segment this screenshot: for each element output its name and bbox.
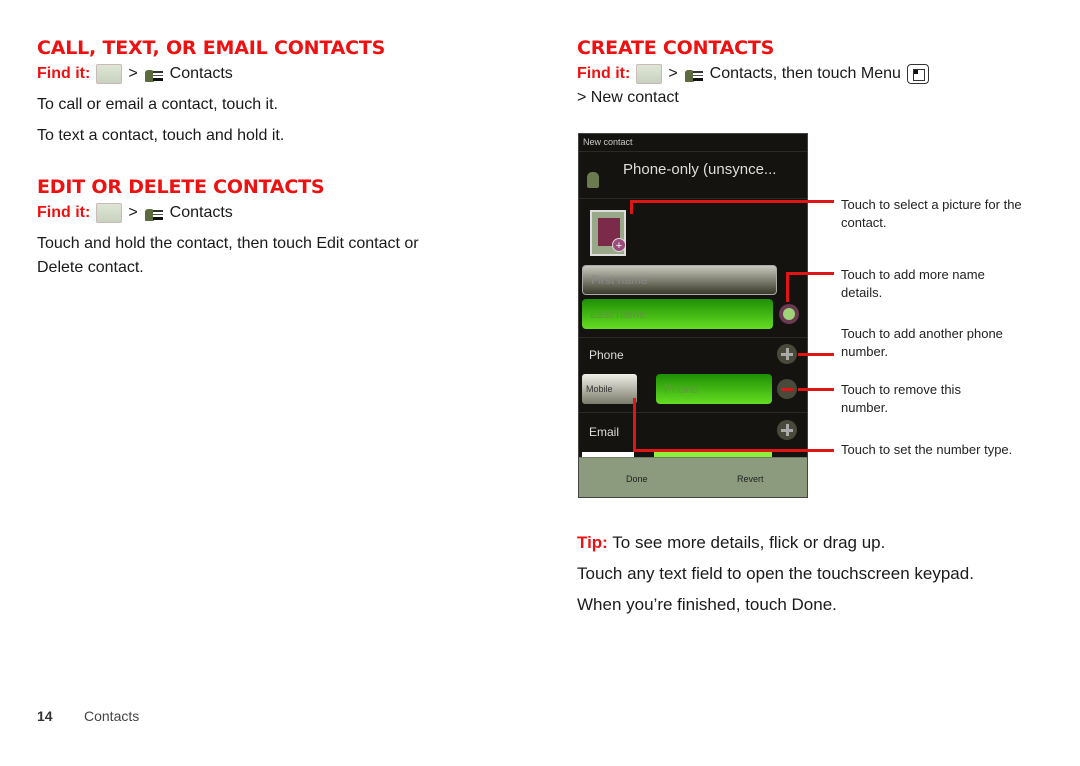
findit-row: Find it: > Contacts [37,64,233,84]
phone-section-label: Phone [589,348,624,362]
apps-launcher-icon [96,64,123,84]
findit-label: Find it: [37,204,91,221]
callout-line [798,388,834,391]
done-button[interactable]: Done [626,474,648,484]
heading-create-contacts: CREATE CONTACTS [577,37,775,59]
email-section-label: Email [589,425,620,439]
expand-name-button[interactable] [779,304,799,324]
findit-label: Find it: [37,65,91,82]
contacts-app-icon [144,204,164,222]
callout-text: Touch to add more name details. [841,267,985,300]
findit-text: Contacts, then touch Menu [709,65,901,82]
callout-text: Touch to set the number type. [841,442,1013,457]
callout-line [630,200,834,203]
add-phone-button[interactable] [777,344,797,364]
findit-label: Find it: [577,65,631,82]
heading-edit-delete: EDIT OR DELETE CONTACTS [37,176,325,198]
findit-line2: > New contact [577,89,679,106]
contacts-app-icon [144,65,164,83]
last-name-field[interactable]: Last name [582,299,773,329]
separator: > [128,204,138,221]
android-account-icon [587,172,599,188]
callout-text: Touch to remove this number. [841,382,961,415]
apps-launcher-icon [636,64,663,84]
footer-section: Contacts [84,708,140,724]
first-name-field[interactable]: First name [582,265,777,295]
callout-text: Touch to add another phone number. [841,326,1003,359]
screen-title: New contact [583,137,633,147]
phone-screenshot: New contact Phone-only (unsynce... + Fir… [578,133,808,498]
phone-number-field[interactable]: Phone [656,374,772,404]
instruction-line: Delete contact. [37,259,144,276]
instruction-line: Touch and hold the contact, then touch E… [37,235,419,252]
separator: > [668,65,678,82]
bottom-bar: Done Revert [579,457,807,497]
contacts-app-icon [684,65,704,83]
callout-line [786,272,834,275]
tip: Tip: To see more details, flick or drag … [577,533,885,553]
callout-line [633,398,636,451]
add-email-button[interactable] [777,420,797,440]
app-name: Contacts [169,65,233,82]
app-name: Contacts [169,204,233,221]
page-number: 14 [37,708,53,724]
revert-button[interactable]: Revert [737,474,764,484]
separator: > [128,65,138,82]
callout-text: Touch to select a picture for the contac… [841,197,1022,230]
findit-row: Find it: > Contacts [37,203,233,223]
heading-call-text-email: CALL, TEXT, OR EMAIL CONTACTS [37,37,386,59]
apps-launcher-icon [96,203,123,223]
account-selector[interactable]: Phone-only (unsynce... [623,161,776,178]
phone-type-selector[interactable]: Mobile [582,374,637,404]
contact-picture-button[interactable]: + [590,210,626,256]
callout-line [798,353,834,356]
menu-key-icon [906,64,929,84]
paragraph: Touch any text field to open the touchsc… [577,564,974,583]
instruction-line: To text a contact, touch and hold it. [37,127,285,144]
remove-phone-button[interactable] [777,379,797,399]
callout-line [786,272,789,302]
tip-label: Tip: [577,533,608,552]
callout-line [633,449,834,452]
plus-icon: + [612,238,626,252]
paragraph: When you’re finished, touch Done. [577,595,837,614]
findit-row: Find it: > Contacts, then touch Menu [577,64,929,84]
instruction-line: To call or email a contact, touch it. [37,96,278,113]
tip-text: To see more details, flick or drag up. [612,533,886,552]
